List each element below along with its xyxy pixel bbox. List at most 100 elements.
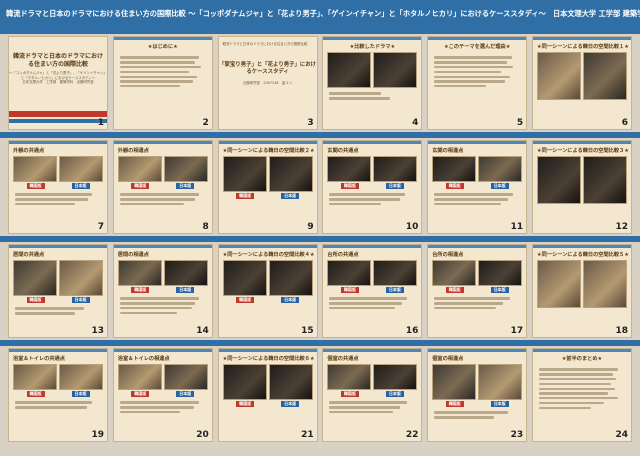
slide-number: 7: [97, 222, 104, 232]
slide-19[interactable]: 浴室＆トイレの共通点 韓国版 日本版 19: [8, 348, 108, 442]
slide-author: 近藤研究室 2007248 金ユリ: [243, 81, 293, 85]
korea-tag: 韓国版: [131, 287, 150, 293]
slide-number: 17: [510, 326, 524, 336]
korea-tag: 韓国版: [340, 183, 359, 189]
slide-title: ★同一シーンによる韓日の空間比較４★: [222, 252, 315, 258]
slide-23[interactable]: 個室の相違点 韓国版 日本版 23: [427, 348, 528, 442]
japan-tag: 日本版: [385, 183, 404, 189]
slide-title: ★同一シーンによる韓日の空間比較３★: [536, 148, 629, 154]
slide-14[interactable]: 居間の相違点 韓国版 日本版 14: [112, 244, 213, 338]
slide-5[interactable]: ★このテーマを選んだ理由★ 5: [427, 36, 528, 130]
slide-11[interactable]: 玄関の相違点 韓国版 日本版 11: [427, 140, 528, 234]
slide-number: 23: [510, 430, 524, 440]
korea-tag: 韓国版: [445, 401, 464, 407]
slide-text-block: [428, 189, 526, 210]
slide-10[interactable]: 玄関の共通点 韓国版 日本版 10: [322, 140, 423, 234]
slide-text-block: [428, 407, 526, 423]
drama-photo-korea: [327, 52, 372, 88]
slide-title: ★このテーマを選んだ理由★: [444, 44, 511, 50]
slide-20[interactable]: 浴室＆トイレの相違点 韓国版 日本版 20: [112, 348, 213, 442]
japan-tag: 日本版: [71, 391, 90, 397]
slide-21[interactable]: ★同一シーンによる韓日の空間比較６★ 韓国版 日本版 21: [217, 348, 318, 442]
slide-number: 13: [91, 326, 104, 336]
slide-number: 10: [405, 222, 419, 232]
slide-text-block: [323, 88, 421, 104]
korea-photo: [222, 364, 267, 400]
korea-photo: [327, 260, 372, 286]
version-tags: 韓国版 日本版: [428, 400, 526, 407]
slide-number: 19: [91, 430, 104, 440]
japan-tag: 日本版: [490, 183, 509, 189]
slide-2[interactable]: ★はじめに★ 2: [112, 36, 213, 130]
slide-15[interactable]: ★同一シーンによる韓日の空間比較４★ 韓国版 日本版 15: [217, 244, 318, 338]
slide-text-block: [533, 364, 631, 413]
slide-lab: 日本文理大学 工学部 建築学科 近藤研究室: [22, 80, 94, 85]
slide-9[interactable]: ★同一シーンによる韓日の空間比較２★ 韓国版 日本版 9: [217, 140, 318, 234]
slide-7[interactable]: 外観の共通点 韓国版 日本版 7: [8, 140, 108, 234]
slide-number: 6: [621, 118, 628, 128]
japan-photo: [478, 364, 523, 400]
slide-3[interactable]: 韓流ドラマと日本のドラマにおける住まい方の国際比較 「家宝り男子」と「花より男子…: [217, 36, 318, 130]
compare-photos: [114, 260, 212, 286]
slide-text-block: [428, 52, 526, 92]
korea-tag: 韓国版: [236, 193, 255, 199]
japan-tag: 日本版: [385, 287, 404, 293]
slide-title: 個室の共通点: [327, 356, 359, 362]
drama-photo-japan: [373, 52, 418, 88]
version-tags: 韓国版 日本版: [9, 182, 107, 189]
japan-photo: [373, 364, 418, 390]
korea-photo: [117, 364, 162, 390]
slide-number: 16: [405, 326, 419, 336]
slide-title: 個室の相違点: [432, 356, 464, 362]
japan-tag: 日本版: [71, 297, 90, 303]
scene-photo: [582, 156, 627, 204]
compare-photos: [9, 364, 107, 390]
slide-24[interactable]: ★前半のまとめ★ 24: [531, 348, 632, 442]
slide-title: 玄関の共通点: [327, 148, 359, 154]
korea-photo: [117, 260, 162, 286]
version-tags: 韓国版 日本版: [9, 296, 107, 303]
slide-title: 居間の相違点: [117, 252, 149, 258]
version-tags: 韓国版 日本版: [114, 286, 212, 293]
scene-photo: [582, 260, 627, 308]
poster-header: 韓流ドラマと日本のドラマにおける住まい方の国際比較 〜「コッポダナムジャ」と「花…: [0, 0, 640, 28]
slide-number: 8: [202, 222, 209, 232]
slide-16[interactable]: 台所の共通点 韓国版 日本版 16: [322, 244, 423, 338]
slide-title: ★はじめに★: [147, 44, 178, 50]
version-tags: 韓国版 日本版: [428, 286, 526, 293]
slide-22[interactable]: 個室の共通点 韓国版 日本版 22: [322, 348, 423, 442]
slide-text-block: [114, 189, 212, 210]
japan-photo: [268, 156, 313, 192]
slide-6[interactable]: ★同一シーンによる韓日の空間比較１★ 6: [531, 36, 632, 130]
cover-band-blue: [9, 119, 107, 123]
compare-photos: [428, 156, 526, 182]
japan-photo: [373, 156, 418, 182]
slide-12[interactable]: ★同一シーンによる韓日の空間比較３★ 12: [531, 140, 632, 234]
slide-18[interactable]: ★同一シーンによる韓日の空間比較５★ 18: [531, 244, 632, 338]
slide-8[interactable]: 外観の相違点 韓国版 日本版 8: [112, 140, 213, 234]
japan-photo: [268, 364, 313, 400]
version-tags: 韓国版 日本版: [428, 182, 526, 189]
version-tags: 韓国版 日本版: [323, 182, 421, 189]
compare-photos: [114, 364, 212, 390]
version-tags: 韓国版 日本版: [323, 390, 421, 397]
slide-number: 21: [301, 430, 314, 440]
compare-photos: [428, 364, 526, 400]
slide-17[interactable]: 台所の相違点 韓国版 日本版 17: [427, 244, 528, 338]
japan-tag: 日本版: [71, 183, 90, 189]
korea-photo: [432, 364, 477, 400]
slide-13[interactable]: 居間の共通点 韓国版 日本版 13: [8, 244, 108, 338]
version-tags: 韓国版 日本版: [114, 390, 212, 397]
scene-photos: [533, 52, 631, 100]
slide-1[interactable]: 韓流ドラマと日本のドラマにおける住まい方の国際比較 〜「コッポダナムジャ」と「花…: [8, 36, 108, 130]
japan-tag: 日本版: [281, 193, 300, 199]
japan-tag: 日本版: [176, 391, 195, 397]
japan-photo: [478, 260, 523, 286]
korea-tag: 韓国版: [26, 391, 45, 397]
korea-photo: [13, 364, 57, 390]
scene-photos: [219, 364, 317, 400]
japan-photo: [59, 156, 103, 182]
slide-number: 22: [405, 430, 419, 440]
slide-4[interactable]: ★比較したドラマ★ 4: [322, 36, 423, 130]
slide-title: ★同一シーンによる韓日の空間比較２★: [222, 148, 315, 154]
